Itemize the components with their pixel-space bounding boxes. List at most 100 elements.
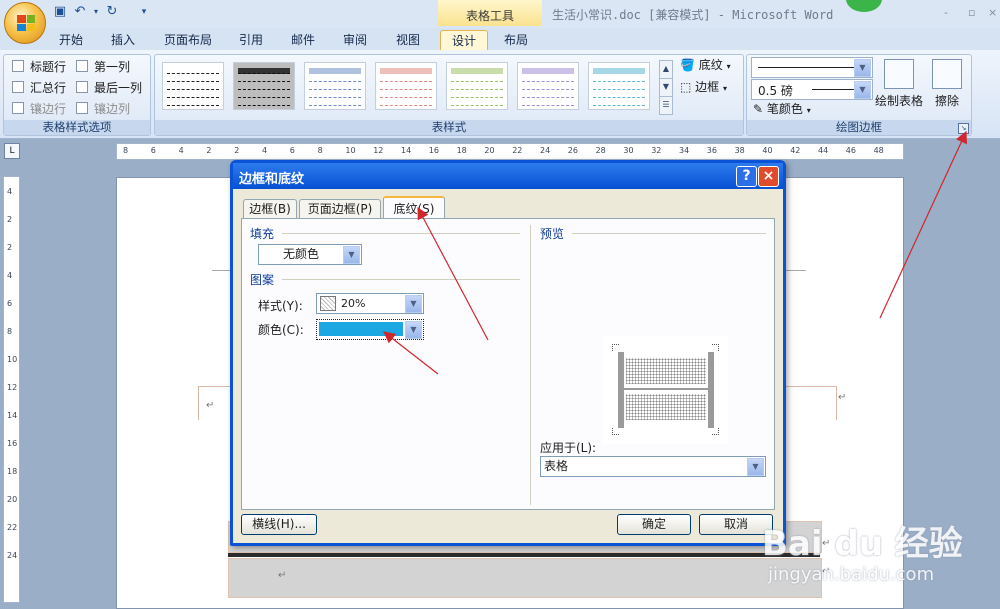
tab-home[interactable]: 开始 — [50, 30, 92, 50]
horizontal-line-button[interactable]: 横线(H)... — [241, 514, 317, 535]
ruler-tick: 18 — [456, 146, 467, 155]
banded-rows-checkbox[interactable]: 镶边行 — [12, 101, 66, 117]
thumb-row — [593, 92, 645, 98]
section-divider — [572, 233, 766, 234]
horizontal-ruler[interactable]: 8 6 4 2 2 4 6 8 10 12 14 16 18 20 22 24 26 28 30 32 34 36 38 40… — [116, 143, 904, 160]
tab-borders[interactable]: 边框(B) — [243, 199, 297, 218]
customize-qat-icon[interactable]: ▾ — [136, 4, 152, 20]
tab-references[interactable]: 引用 — [230, 30, 272, 50]
tab-page-layout[interactable]: 页面布局 — [158, 30, 218, 50]
ruler-tick: 12 — [7, 383, 18, 392]
redo-icon[interactable]: ↻ — [104, 4, 120, 20]
pattern-style-select[interactable]: 20% ▼ — [316, 293, 424, 314]
tab-insert[interactable]: 插入 — [102, 30, 144, 50]
eraser-button[interactable]: 擦除 — [921, 59, 973, 109]
watermark-main: Bai du 经验 — [762, 524, 963, 564]
ruler-tick: 16 — [428, 146, 439, 155]
borders-button[interactable]: ⬚ 边框 ▾ — [680, 79, 727, 96]
table-style-thumb[interactable] — [446, 62, 508, 110]
thumb-row — [593, 68, 645, 74]
thumb-row — [167, 68, 219, 74]
tab-review[interactable]: 审阅 — [334, 30, 376, 50]
weight-sample — [812, 89, 856, 90]
apply-to-select[interactable]: 表格 ▼ — [540, 456, 766, 477]
checkbox-box — [76, 81, 88, 93]
gallery-up-button[interactable]: ▲ — [659, 60, 673, 79]
thumb-row — [309, 100, 361, 106]
help-button[interactable]: ? — [736, 166, 757, 187]
gallery-down-button[interactable]: ▼ — [659, 78, 673, 97]
office-button[interactable] — [4, 2, 46, 44]
close-dialog-button[interactable]: × — [758, 166, 779, 187]
tab-shading[interactable]: 底纹(S) — [383, 196, 445, 220]
table-style-thumb[interactable] — [162, 62, 224, 110]
ruler-tick: 22 — [7, 523, 18, 532]
draw-table-button[interactable]: 绘制表格 — [873, 59, 925, 109]
dialog-launcher-icon[interactable]: ↘ — [958, 123, 969, 134]
gallery-more-button[interactable]: ☰ — [659, 96, 673, 115]
table-style-thumb[interactable] — [517, 62, 579, 110]
pen-color-button[interactable]: ✎ 笔颜色 ▾ — [753, 101, 811, 118]
save-icon[interactable]: ▣ — [52, 4, 68, 20]
ruler-tick: 38 — [734, 146, 745, 155]
section-divider — [282, 279, 520, 280]
last-column-checkbox[interactable]: 最后一列 — [76, 80, 142, 96]
draw-borders-label: 绘图边框 — [747, 120, 971, 135]
thumb-row — [309, 84, 361, 90]
section-divider — [282, 233, 520, 234]
restore-button[interactable]: ▫ — [968, 6, 975, 19]
table-style-thumb[interactable] — [233, 62, 295, 110]
banded-columns-checkbox[interactable]: 镶边列 — [76, 101, 130, 117]
line-style-select[interactable]: ▼ — [751, 57, 873, 78]
shading-button[interactable]: 🪣 底纹 ▾ — [680, 57, 731, 74]
line-weight-value: 0.5 磅 — [758, 84, 793, 98]
table-cell-border — [198, 386, 230, 387]
table-thick-border — [228, 553, 820, 557]
table-style-thumb[interactable] — [304, 62, 366, 110]
eraser-icon — [932, 59, 962, 89]
tab-mailings[interactable]: 邮件 — [282, 30, 324, 50]
undo-icon[interactable]: ↶ — [72, 4, 88, 20]
thumb-row — [380, 100, 432, 106]
table-style-thumb[interactable] — [588, 62, 650, 110]
tab-view[interactable]: 视图 — [386, 30, 430, 50]
total-row-checkbox[interactable]: 汇总行 — [12, 80, 66, 96]
vertical-ruler[interactable]: 4 2 2 4 6 8 10 12 14 16 18 20 22 24 — [3, 176, 20, 603]
pattern-color-select[interactable]: ▼ — [316, 319, 424, 340]
ruler-tick: 10 — [7, 355, 18, 364]
preview-divider — [624, 388, 708, 390]
shaded-table-row[interactable] — [228, 558, 822, 598]
preview-cell-bottom — [626, 394, 706, 420]
pen-icon: ✎ — [753, 102, 764, 116]
table-tools-label: 表格工具 — [465, 9, 514, 23]
borders-dropdown-icon: ▾ — [723, 84, 728, 93]
tab-layout[interactable]: 布局 — [494, 30, 538, 50]
close-window-button[interactable]: × — [988, 6, 997, 19]
table-style-options-label: 表格样式选项 — [4, 120, 150, 135]
table-styles-label: 表样式 — [155, 120, 743, 135]
thumb-row — [309, 92, 361, 98]
undo-dropdown-icon[interactable]: ▾ — [88, 4, 104, 20]
ruler-tick: 4 — [262, 146, 268, 155]
fill-color-select[interactable]: 无颜色 ▼ — [258, 244, 362, 265]
tab-page-border[interactable]: 页面边框(P) — [299, 199, 381, 218]
table-style-thumb[interactable] — [375, 62, 437, 110]
ok-button[interactable]: 确定 — [617, 514, 691, 535]
line-weight-select[interactable]: 0.5 磅 ▼ — [751, 79, 873, 100]
table-cell-border — [780, 386, 836, 387]
ruler-tick: 4 — [7, 271, 13, 280]
tab-design[interactable]: 设计 — [440, 30, 488, 51]
draw-borders-group: ▼ 0.5 磅 ▼ ✎ 笔颜色 ▾ 绘制表格 擦除 绘图边框 ↘ — [746, 54, 972, 136]
pattern-swatch — [320, 296, 336, 311]
header-row-checkbox[interactable]: 标题行 — [12, 59, 66, 75]
ruler-tick: 30 — [623, 146, 634, 155]
ruler-tick: 8 — [7, 327, 13, 336]
ruler-tick: 8 — [123, 146, 129, 155]
banded-columns-label: 镶边列 — [94, 102, 131, 116]
first-column-checkbox[interactable]: 第一列 — [76, 59, 130, 75]
window-title: 生活小常识.doc [兼容模式] - Microsoft Word — [552, 8, 834, 22]
tab-selector[interactable]: L — [4, 143, 20, 159]
checkbox-box — [12, 102, 24, 114]
minimize-button[interactable]: - — [944, 6, 948, 19]
dialog-title-bar[interactable]: 边框和底纹 ? × — [233, 163, 783, 189]
